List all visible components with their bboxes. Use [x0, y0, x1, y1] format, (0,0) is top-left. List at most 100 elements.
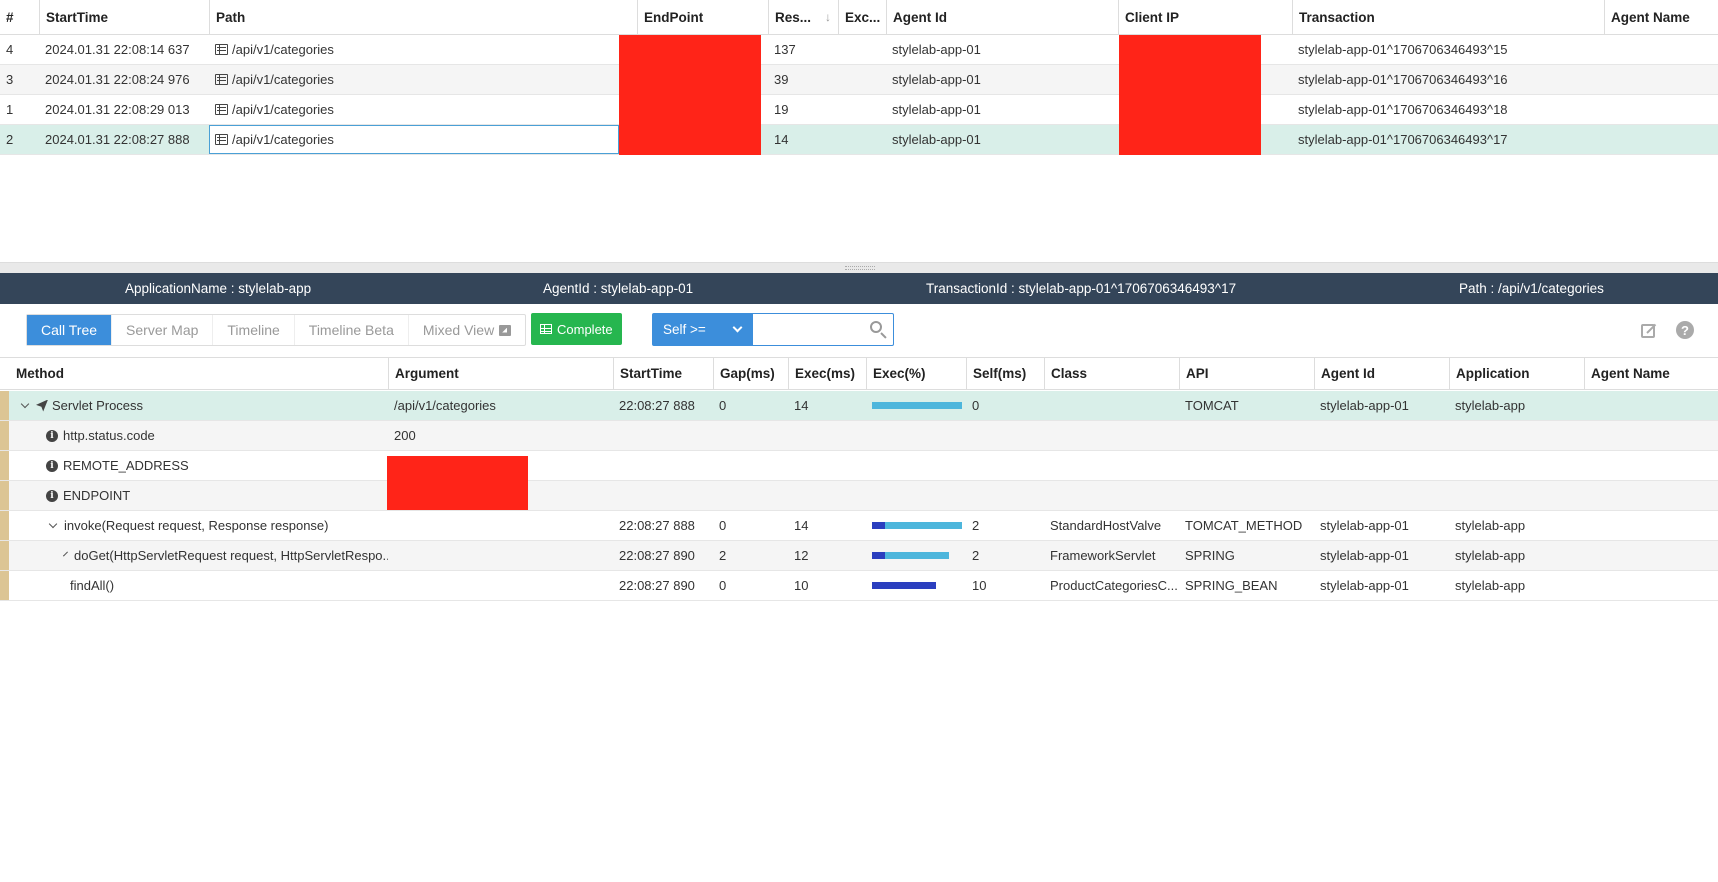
search-button[interactable] [863, 314, 893, 345]
argument-redaction [387, 456, 528, 510]
call-tree-header: Method Argument StartTime Gap(ms) Exec(m… [0, 357, 1718, 390]
tab-timeline-beta[interactable]: Timeline Beta [293, 315, 408, 345]
method-cell: doGet(HttpServletRequest request, HttpSe… [57, 541, 388, 570]
servlet-icon [36, 399, 48, 412]
exec-bar [872, 582, 962, 589]
row-agent-id: stylelab-app-01 [892, 102, 981, 117]
col-header-agent-id[interactable]: Agent Id [886, 0, 1118, 34]
col-header-endpoint[interactable]: EndPoint [637, 0, 768, 34]
self-bar-fill [872, 582, 936, 589]
tab-timeline[interactable]: Timeline [212, 315, 293, 345]
col-header-application[interactable]: Application [1449, 358, 1584, 389]
col-header-response[interactable]: Res... ↓ [768, 0, 838, 34]
info-agent-id: AgentId : stylelab-app-01 [543, 281, 694, 296]
exec-bar [872, 522, 962, 529]
exec-bar [872, 402, 962, 409]
col-header-exception[interactable]: Exc... [838, 0, 886, 34]
chevron-down-icon[interactable] [48, 519, 58, 529]
col-header-transaction[interactable]: Transaction [1292, 0, 1604, 34]
starttime-cell: 22:08:27 888 [619, 518, 695, 533]
list-icon [215, 104, 228, 115]
col-header-agent-id[interactable]: Agent Id [1314, 358, 1449, 389]
row-number: 1 [6, 102, 14, 117]
col-header-path[interactable]: Path [209, 0, 637, 34]
col-header-agent-name[interactable]: Agent Name [1604, 0, 1718, 34]
filter-type-select[interactable]: Self >= [653, 314, 753, 345]
col-header-number[interactable]: # [0, 0, 36, 34]
exec-pct-cell [866, 541, 966, 570]
exec-pct-cell [866, 391, 966, 420]
complete-button[interactable]: Complete [531, 313, 622, 345]
call-tree-row[interactable]: findAll() 22:08:27 890 0 10 10 ProductCa… [0, 571, 1718, 601]
exec-cell: 12 [794, 548, 809, 563]
row-path[interactable]: /api/v1/categories [209, 35, 619, 64]
exec-bar-fill [872, 522, 962, 529]
table-row-selected[interactable]: 2 2024.01.31 22:08:27 888 /api/v1/catego… [0, 125, 1718, 155]
exec-pct-cell [866, 571, 966, 600]
call-tree-row[interactable]: i REMOTE_ADDRESS [0, 451, 1718, 481]
col-header-starttime[interactable]: StartTime [613, 358, 713, 389]
row-depth-marker [0, 451, 9, 480]
client-ip-redaction [1119, 35, 1261, 155]
tab-mixed-view[interactable]: Mixed View [407, 315, 525, 345]
row-number: 4 [6, 42, 14, 57]
table-row[interactable]: 1 2024.01.31 22:08:29 013 /api/v1/catego… [0, 95, 1718, 125]
exec-pct-cell [866, 511, 966, 540]
method-cell: i REMOTE_ADDRESS [40, 451, 388, 480]
tab-call-tree[interactable]: Call Tree [27, 315, 112, 345]
gap-cell: 0 [719, 578, 727, 593]
call-tree-row[interactable]: i http.status.code 200 [0, 421, 1718, 451]
col-header-client-ip[interactable]: Client IP [1118, 0, 1292, 34]
list-icon [215, 44, 228, 55]
col-header-agent-name[interactable]: Agent Name [1584, 358, 1718, 389]
row-response-time: 19 [774, 102, 789, 117]
col-header-method[interactable]: Method [0, 358, 388, 389]
row-path[interactable]: /api/v1/categories [209, 65, 619, 94]
table-row[interactable]: 3 2024.01.31 22:08:24 976 /api/v1/catego… [0, 65, 1718, 95]
grid-icon [540, 324, 552, 334]
self-cell: 0 [972, 398, 980, 413]
col-header-starttime[interactable]: StartTime [39, 0, 209, 34]
open-in-new-window-icon[interactable] [1640, 320, 1660, 340]
sort-desc-icon: ↓ [825, 10, 832, 24]
api-cell: SPRING [1185, 548, 1235, 563]
col-header-gap[interactable]: Gap(ms) [713, 358, 788, 389]
external-link-icon [499, 324, 512, 336]
call-tree-row-selected[interactable]: Servlet Process /api/v1/categories 22:08… [0, 391, 1718, 421]
tab-server-map[interactable]: Server Map [111, 315, 212, 345]
class-cell [1044, 391, 1179, 420]
row-path[interactable]: /api/v1/categories [209, 125, 619, 154]
chevron-down-icon[interactable] [20, 399, 30, 409]
col-header-class[interactable]: Class [1044, 358, 1179, 389]
call-tree-row[interactable]: invoke(Request request, Response respons… [0, 511, 1718, 541]
row-path[interactable]: /api/v1/categories [209, 95, 619, 124]
row-starttime: 2024.01.31 22:08:14 637 [45, 42, 190, 57]
starttime-cell: 22:08:27 888 [619, 398, 695, 413]
method-cell: invoke(Request request, Response respons… [42, 511, 388, 540]
col-header-exec-ms[interactable]: Exec(ms) [788, 358, 866, 389]
row-depth-marker [0, 391, 9, 420]
self-bar-fill [872, 522, 885, 529]
row-agent-id: stylelab-app-01 [892, 42, 981, 57]
self-cell: 2 [972, 518, 980, 533]
info-icon: i [46, 489, 58, 502]
api-cell: TOMCAT_METHOD [1185, 518, 1303, 533]
table-row[interactable]: 4 2024.01.31 22:08:14 637 /api/v1/catego… [0, 35, 1718, 65]
application-cell: stylelab-app [1455, 578, 1526, 593]
pane-splitter[interactable] [0, 262, 1718, 273]
method-cell: Servlet Process [14, 391, 388, 420]
call-tree-row[interactable]: i ENDPOINT [0, 481, 1718, 511]
col-header-api[interactable]: API [1179, 358, 1314, 389]
col-header-argument[interactable]: Argument [388, 358, 613, 389]
filter-value-input[interactable] [753, 314, 863, 345]
call-tree-row[interactable]: doGet(HttpServletRequest request, HttpSe… [0, 541, 1718, 571]
gap-cell: 0 [719, 518, 727, 533]
chevron-down-icon[interactable] [63, 551, 68, 557]
method-cell: findAll() [70, 578, 115, 593]
col-header-self[interactable]: Self(ms) [966, 358, 1044, 389]
row-depth-marker [0, 511, 9, 540]
col-header-exec-pct[interactable]: Exec(%) [866, 358, 966, 389]
argument-cell: /api/v1/categories [394, 398, 496, 413]
help-icon[interactable]: ? [1676, 321, 1694, 339]
row-agent-id: stylelab-app-01 [892, 72, 981, 87]
